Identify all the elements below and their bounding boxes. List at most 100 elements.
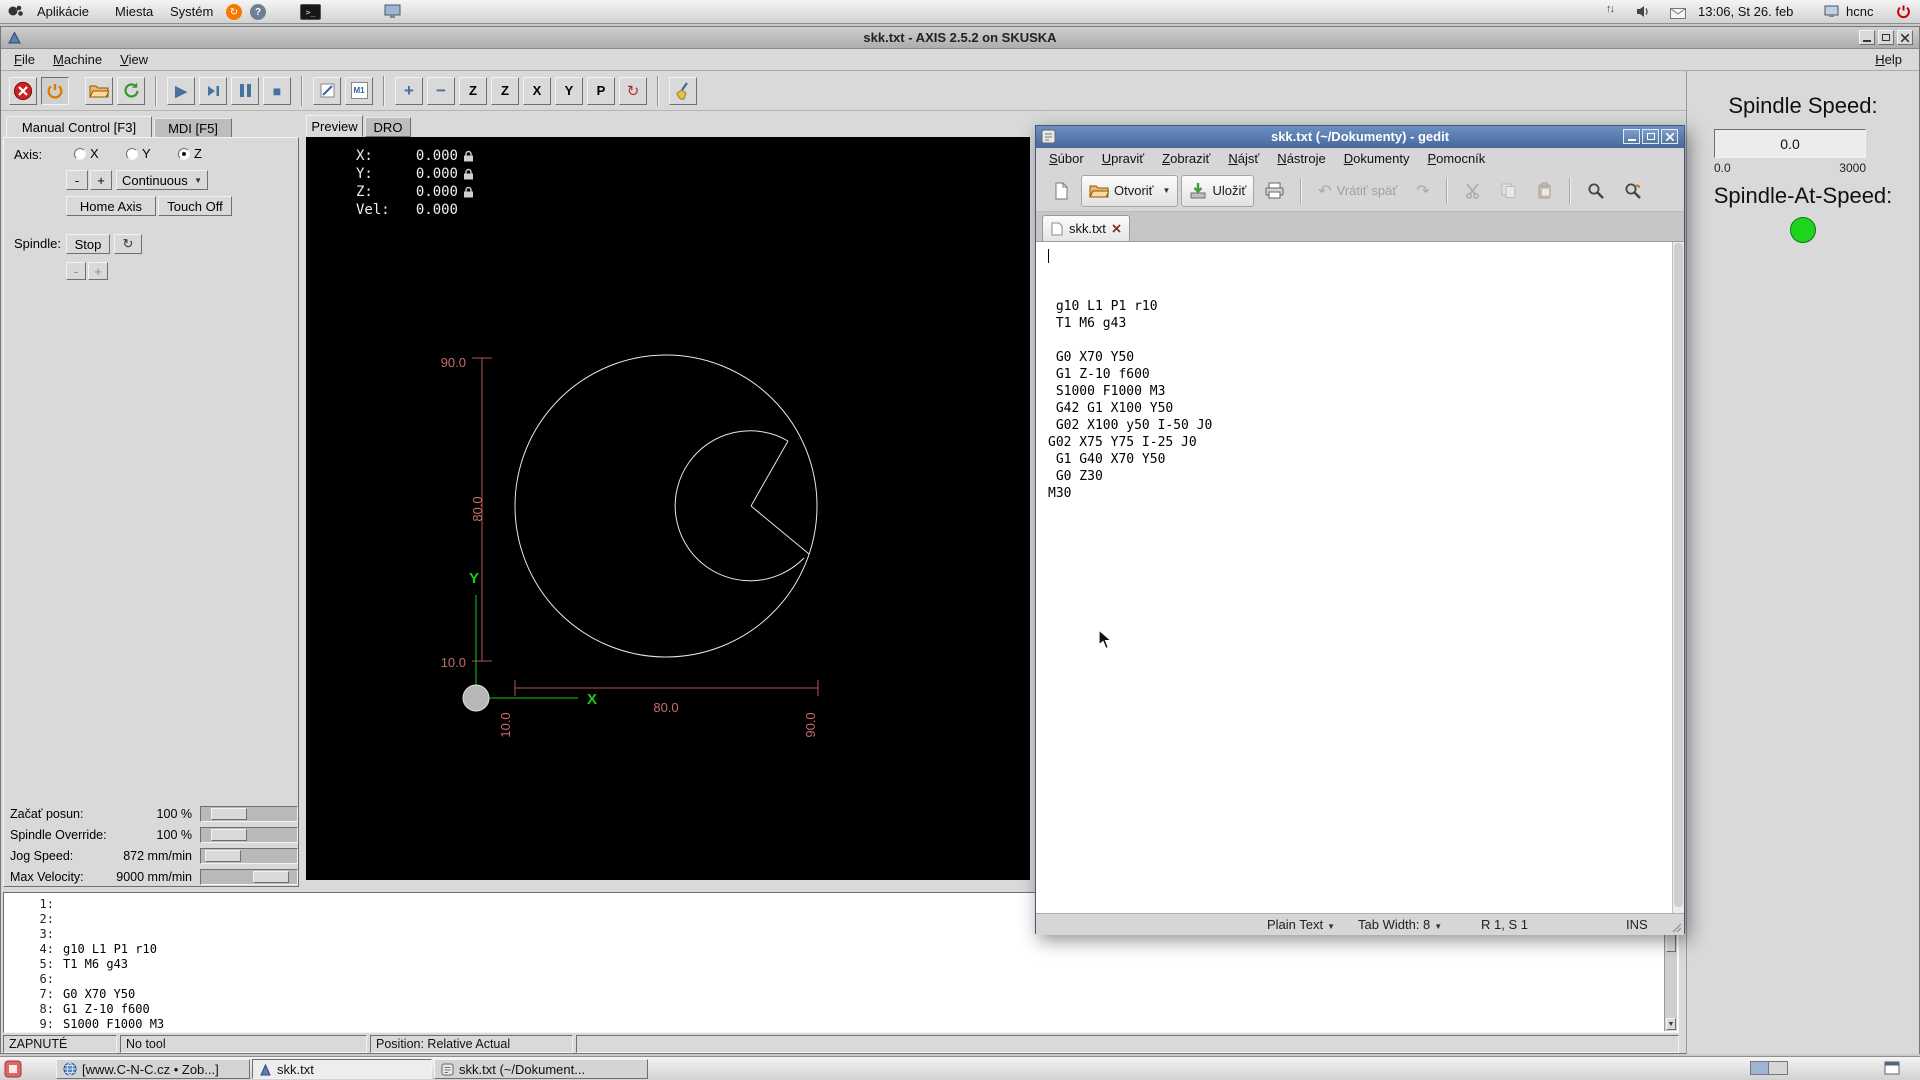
gedit-menu-nastroje[interactable]: Nástroje bbox=[1268, 148, 1334, 170]
jog-minus-button[interactable]: - bbox=[66, 170, 88, 190]
terminal-launcher-icon[interactable]: >_ bbox=[300, 4, 321, 20]
rotate-view-button[interactable]: ↻ bbox=[619, 76, 647, 105]
paste-button[interactable] bbox=[1528, 175, 1561, 207]
gedit-maximize-button[interactable] bbox=[1642, 129, 1659, 144]
volume-tray-icon[interactable] bbox=[1636, 5, 1650, 23]
spindle-plus-button[interactable]: + bbox=[88, 262, 108, 280]
axis-menu-view[interactable]: View bbox=[111, 49, 157, 70]
axis-titlebar[interactable]: skk.txt - AXIS 2.5.2 on SKUSKA bbox=[1, 27, 1919, 49]
find-button[interactable] bbox=[1579, 175, 1613, 207]
print-button[interactable] bbox=[1257, 175, 1292, 207]
tab-close-icon[interactable] bbox=[1112, 224, 1121, 233]
gedit-close-button[interactable] bbox=[1661, 129, 1678, 144]
optional-stop-toggle[interactable]: M1 bbox=[345, 76, 373, 105]
tab-manual-control[interactable]: Manual Control [F3] bbox=[6, 116, 152, 138]
skip-lines-toggle[interactable] bbox=[313, 76, 341, 105]
home-axis-button[interactable]: Home Axis bbox=[66, 196, 156, 216]
estop-button[interactable] bbox=[9, 76, 37, 105]
menu-system[interactable]: Systém bbox=[161, 1, 222, 23]
save-button[interactable]: Uložiť bbox=[1181, 174, 1255, 207]
run-program-button[interactable]: ▶ bbox=[167, 76, 195, 105]
undo-button[interactable]: ↶ Vrátiť späť bbox=[1310, 175, 1405, 207]
gedit-menu-upravit[interactable]: Upraviť bbox=[1093, 148, 1153, 170]
resize-grip-icon[interactable] bbox=[1670, 921, 1682, 933]
jog-mode-dropdown[interactable]: Continuous ▼ bbox=[116, 170, 208, 190]
spindle-override-slider[interactable] bbox=[200, 827, 298, 843]
task-button-gedit[interactable]: skk.txt (~/Dokument... bbox=[434, 1059, 648, 1079]
language-selector[interactable]: Plain Text ▼ bbox=[1267, 917, 1335, 932]
panel-username[interactable]: hcnc bbox=[1846, 4, 1873, 19]
task-button-browser[interactable]: [www.C-N-C.cz • Zob...] bbox=[56, 1059, 250, 1079]
tab-mdi[interactable]: MDI [F5] bbox=[154, 118, 232, 138]
spindle-stop-button[interactable]: Stop bbox=[66, 234, 110, 254]
axis-radio-x[interactable]: X bbox=[74, 146, 99, 161]
reload-file-button[interactable] bbox=[117, 76, 145, 105]
workspace-pager[interactable] bbox=[1750, 1061, 1788, 1075]
tab-preview[interactable]: Preview bbox=[306, 115, 363, 137]
replace-button[interactable] bbox=[1616, 175, 1650, 207]
toolpath-preview-canvas[interactable]: 90.0 80.0 10.0 80.0 10.0 90.0 Y X X: 0.00… bbox=[306, 137, 1030, 880]
gedit-scrollbar[interactable] bbox=[1672, 242, 1684, 913]
spindle-minus-button[interactable]: - bbox=[66, 262, 86, 280]
stop-program-button[interactable]: ■ bbox=[263, 76, 291, 105]
updater-icon[interactable]: ↻ bbox=[226, 4, 242, 20]
help-icon[interactable]: ? bbox=[250, 4, 266, 20]
shutdown-icon[interactable] bbox=[1896, 4, 1911, 24]
gedit-menu-najst[interactable]: Nájsť bbox=[1219, 148, 1268, 170]
view-z2-button[interactable]: Z bbox=[491, 76, 519, 105]
zoom-in-button[interactable]: + bbox=[395, 76, 423, 105]
view-x-button[interactable]: X bbox=[523, 76, 551, 105]
document-tab[interactable]: skk.txt bbox=[1042, 215, 1130, 241]
gedit-titlebar[interactable]: skk.txt (~/Dokumenty) - gedit bbox=[1036, 126, 1684, 148]
workspace-1[interactable] bbox=[1750, 1061, 1769, 1075]
panel-clock[interactable]: 13:06, St 26. feb bbox=[1698, 4, 1793, 19]
taskbar-launcher-icon[interactable] bbox=[4, 1060, 22, 1080]
network-tray-icon[interactable]: ↑↓ bbox=[1606, 3, 1615, 15]
axis-radio-z[interactable]: Z bbox=[178, 146, 202, 161]
mail-tray-icon[interactable] bbox=[1670, 6, 1686, 24]
max-velocity-slider[interactable] bbox=[200, 869, 298, 885]
step-button[interactable] bbox=[199, 76, 227, 105]
machine-power-button[interactable] bbox=[41, 76, 69, 105]
open-file-button[interactable] bbox=[85, 76, 113, 105]
menu-applications[interactable]: Aplikácie bbox=[28, 1, 98, 23]
view-p-button[interactable]: P bbox=[587, 76, 615, 105]
tab-dro[interactable]: DRO bbox=[365, 117, 411, 137]
maximize-button[interactable] bbox=[1878, 30, 1894, 45]
new-document-button[interactable] bbox=[1044, 175, 1078, 207]
view-y-button[interactable]: Y bbox=[555, 76, 583, 105]
cut-button[interactable] bbox=[1456, 175, 1489, 207]
gedit-menu-dokumenty[interactable]: Dokumenty bbox=[1335, 148, 1419, 170]
axis-menu-file[interactable]: File bbox=[5, 49, 44, 70]
pause-button[interactable] bbox=[231, 76, 259, 105]
minimize-button[interactable] bbox=[1859, 30, 1875, 45]
touch-off-button[interactable]: Touch Off bbox=[158, 196, 232, 216]
gedit-text-area[interactable]: g10 L1 P1 r10 T1 M6 g43 G0 X70 Y50 G1 Z-… bbox=[1036, 241, 1684, 913]
display-settings-icon[interactable] bbox=[384, 4, 401, 24]
gedit-menu-pomocnik[interactable]: Pomocník bbox=[1418, 148, 1494, 170]
gedit-minimize-button[interactable] bbox=[1623, 129, 1640, 144]
gedit-menu-subor[interactable]: Súbor bbox=[1040, 148, 1093, 170]
zoom-out-button[interactable]: − bbox=[427, 76, 455, 105]
feed-override-slider[interactable] bbox=[200, 806, 298, 822]
gedit-menu-zobrazit[interactable]: Zobraziť bbox=[1153, 148, 1219, 170]
view-z-button[interactable]: Z bbox=[459, 76, 487, 105]
spindle-turn-button[interactable]: ↻ bbox=[114, 234, 142, 254]
task-button-axis[interactable]: skk.txt bbox=[252, 1059, 432, 1079]
tray-window-icon[interactable] bbox=[1884, 1061, 1900, 1080]
redo-button[interactable]: ↷ bbox=[1408, 175, 1437, 207]
axis-menu-help[interactable]: Help bbox=[1866, 49, 1911, 71]
jog-speed-slider[interactable] bbox=[200, 848, 298, 864]
tab-width-selector[interactable]: Tab Width: 8 ▼ bbox=[1358, 917, 1442, 932]
axis-menu-machine[interactable]: Machine bbox=[44, 49, 111, 70]
open-button[interactable]: Otvoriť ▼ bbox=[1081, 174, 1179, 207]
copy-button[interactable] bbox=[1492, 175, 1525, 207]
workspace-2[interactable] bbox=[1769, 1061, 1788, 1075]
menu-places[interactable]: Miesta bbox=[106, 1, 162, 23]
clear-plot-button[interactable] bbox=[669, 76, 697, 105]
applications-logo-icon[interactable] bbox=[7, 3, 24, 25]
close-button[interactable] bbox=[1897, 30, 1913, 45]
session-monitor-icon[interactable] bbox=[1824, 5, 1839, 23]
axis-radio-y[interactable]: Y bbox=[126, 146, 151, 161]
jog-plus-button[interactable]: + bbox=[90, 170, 112, 190]
